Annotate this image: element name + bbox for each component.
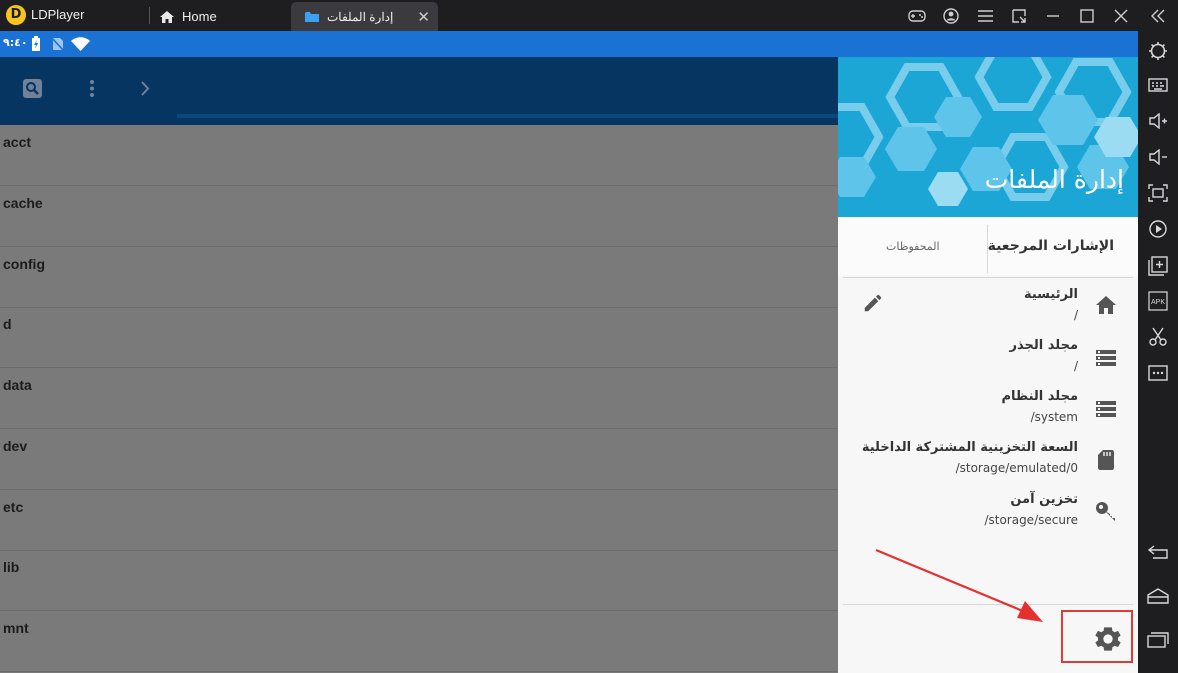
bookmark-path: / — [1073, 308, 1078, 322]
window-controls — [900, 0, 1178, 31]
settings-icon[interactable] — [1138, 36, 1178, 66]
storage-icon — [1096, 401, 1116, 417]
divider — [843, 277, 1133, 278]
folder-name: d — [3, 316, 12, 332]
folder-icon — [305, 11, 319, 22]
bookmark-secure-storage[interactable]: تخزين آمن /storage/secure — [838, 492, 1138, 542]
bookmark-path: /system — [1030, 410, 1078, 424]
tab-label: Home — [182, 9, 217, 24]
volume-down-icon[interactable] — [1138, 142, 1178, 172]
list-item[interactable]: cache — [0, 186, 838, 247]
drawer-tabs: الإشارات المرجعية المحفوظات — [838, 217, 1138, 275]
folder-name: mnt — [3, 620, 29, 636]
more-options-icon[interactable] — [89, 79, 95, 98]
status-time: ٩:٤٠ — [3, 36, 28, 49]
list-item[interactable]: lib — [0, 550, 838, 611]
list-item[interactable]: data — [0, 368, 838, 429]
chevron-right-icon[interactable] — [140, 79, 150, 98]
folder-name: dev — [3, 438, 28, 454]
divider — [149, 7, 150, 24]
list-item[interactable]: mnt — [0, 611, 838, 672]
add-app-icon[interactable] — [1138, 251, 1178, 281]
folder-name: etc — [3, 499, 24, 515]
tab-history[interactable]: المحفوظات — [886, 240, 940, 253]
bookmark-name: تخزين آمن — [1010, 492, 1078, 507]
no-sim-icon — [51, 37, 64, 51]
navigation-drawer: إدارة الملفات الإشارات المرجعية المحفوظا… — [838, 57, 1138, 673]
bookmark-path: / — [1073, 359, 1078, 373]
ldplayer-logo-icon: D — [6, 5, 26, 25]
storage-icon — [1096, 350, 1116, 366]
maximize-icon[interactable] — [1070, 0, 1104, 31]
list-item[interactable]: d — [0, 307, 838, 368]
list-item[interactable]: dev — [0, 429, 838, 490]
volume-up-icon[interactable] — [1138, 106, 1178, 136]
app-name: LDPlayer — [31, 7, 85, 22]
tab-bookmarks[interactable]: الإشارات المرجعية — [988, 238, 1114, 254]
keyboard-icon[interactable] — [1138, 70, 1178, 100]
list-item[interactable]: config — [0, 247, 838, 308]
list-item[interactable]: acct — [0, 125, 838, 186]
tab-label: إدارة الملفات — [327, 9, 394, 24]
search-icon[interactable] — [23, 79, 42, 98]
bookmark-root-folder[interactable]: مجلد الجذر / — [838, 338, 1138, 388]
bookmark-name: مجلد النظام — [1001, 389, 1078, 404]
svg-text:APK: APK — [1151, 299, 1165, 306]
apk-icon[interactable]: APK — [1138, 286, 1178, 316]
close-tab-icon[interactable]: ✕ — [417, 8, 430, 26]
divider — [843, 604, 1133, 605]
ldplayer-window: D LDPlayer Home إدارة الملفات ✕ ٩:٤٠ acc… — [0, 0, 1178, 673]
tab-divider — [987, 225, 988, 273]
folder-name: acct — [3, 134, 32, 150]
title-bar: D LDPlayer Home إدارة الملفات ✕ — [0, 0, 1178, 31]
home-icon — [160, 10, 174, 23]
drawer-header: إدارة الملفات — [838, 57, 1138, 217]
bookmark-path: /storage/secure — [984, 513, 1078, 527]
tab-home[interactable]: Home — [156, 2, 286, 31]
close-window-icon[interactable] — [1104, 0, 1138, 31]
bookmark-internal-storage[interactable]: السعة التخزينية المشتركة الداخلية /stora… — [838, 440, 1138, 490]
mini-mode-icon[interactable] — [1002, 0, 1036, 31]
folder-name: lib — [3, 559, 20, 575]
bookmark-name: السعة التخزينية المشتركة الداخلية — [861, 440, 1078, 455]
bookmark-system-folder[interactable]: مجلد النظام /system — [838, 389, 1138, 439]
wifi-icon — [71, 37, 90, 51]
bookmark-name: الرئيسية — [1023, 287, 1078, 302]
path-indicator — [177, 114, 838, 118]
key-icon — [1096, 502, 1115, 521]
sd-card-icon — [1098, 450, 1114, 470]
recent-apps-icon[interactable] — [1138, 625, 1178, 655]
settings-gear-icon[interactable] — [1092, 623, 1124, 655]
file-list: acct cache config d data dev etc lib mnt — [0, 125, 838, 673]
folder-name: cache — [3, 195, 43, 211]
more-icon[interactable] — [1138, 358, 1178, 388]
sync-icon[interactable] — [1138, 214, 1178, 244]
list-item[interactable]: etc — [0, 490, 838, 551]
home-icon — [1096, 296, 1116, 314]
minimize-icon[interactable] — [1036, 0, 1070, 31]
bookmark-name: مجلد الجذر — [1009, 338, 1078, 353]
fullscreen-icon[interactable] — [1138, 178, 1178, 208]
account-icon[interactable] — [934, 0, 968, 31]
emulator-toolbar: APK — [1138, 31, 1178, 673]
android-status-bar: ٩:٤٠ — [0, 31, 1138, 57]
tab-file-manager[interactable]: إدارة الملفات ✕ — [291, 2, 438, 31]
edit-icon[interactable] — [862, 292, 884, 314]
scissors-icon[interactable] — [1138, 322, 1178, 352]
folder-name: data — [3, 377, 32, 393]
battery-icon — [32, 36, 40, 51]
bookmark-path: /storage/emulated/0 — [955, 461, 1078, 475]
folder-name: config — [3, 256, 45, 272]
gamepad-icon[interactable] — [900, 0, 934, 31]
android-home-icon[interactable] — [1138, 581, 1178, 611]
back-icon[interactable] — [1138, 537, 1178, 567]
collapse-sidebar-icon[interactable] — [1138, 0, 1178, 31]
drawer-title: إدارة الملفات — [984, 165, 1124, 194]
menu-icon[interactable] — [968, 0, 1002, 31]
